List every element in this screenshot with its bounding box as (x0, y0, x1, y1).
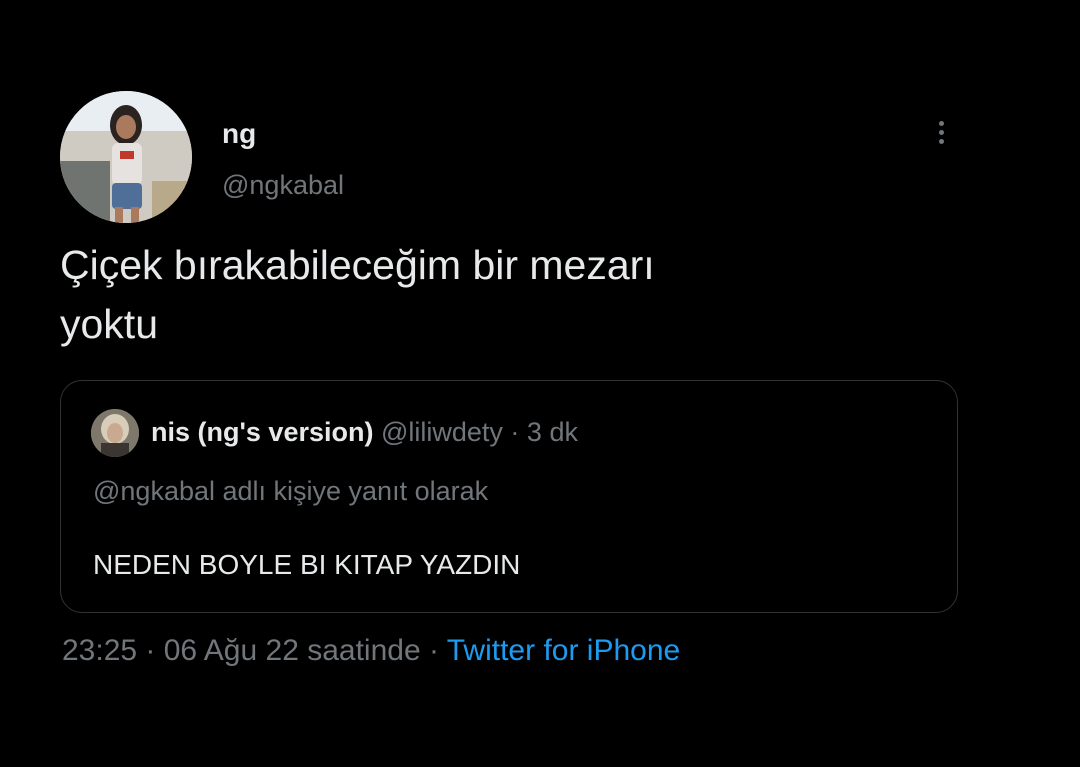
quoted-handle[interactable]: @liliwdety (381, 417, 503, 447)
tweet-text-line: yoktu (60, 301, 158, 347)
tweet-detail: ng @ngkabal Çiçek bırakabileceğim bir me… (0, 0, 1080, 767)
author-display-name[interactable]: ng (222, 118, 256, 150)
quoted-display-name[interactable]: nis (ng's version) (151, 417, 373, 447)
tweet-date[interactable]: 06 Ağu 22 saatinde (164, 634, 421, 667)
meta-separator: · (137, 634, 164, 667)
more-dot (938, 138, 944, 144)
quoted-tweet-text: NEDEN BOYLE BI KITAP YAZDIN (93, 549, 521, 580)
user-photo-avatar-icon (91, 409, 139, 457)
quoted-header: nis (ng's version) @liliwdety · 3 dk (151, 417, 578, 448)
meta-separator: · (502, 417, 527, 447)
more-vertical-icon[interactable] (928, 112, 954, 152)
tweet-text-line: Çiçek bırakabileceğim bir mezarı (60, 242, 655, 288)
author-handle[interactable]: @ngkabal (222, 170, 344, 201)
user-photo-avatar-icon (60, 91, 192, 223)
tweet-time[interactable]: 23:25 (62, 634, 137, 667)
meta-separator: · (420, 634, 447, 667)
author-avatar[interactable] (60, 91, 192, 223)
tweet-text: Çiçek bırakabileceğim bir mezarı yoktu (60, 236, 940, 354)
tweet-footer: 23:25 · 06 Ağu 22 saatinde · Twitter for… (62, 634, 680, 668)
more-dot (938, 120, 944, 126)
quoted-tweet-card[interactable]: nis (ng's version) @liliwdety · 3 dk @ng… (60, 380, 958, 613)
reply-context[interactable]: @ngkabal adlı kişiye yanıt olarak (93, 476, 488, 507)
quoted-time-ago: 3 dk (526, 417, 578, 447)
more-dot (938, 129, 944, 135)
quoted-author-avatar[interactable] (91, 409, 139, 457)
source-link[interactable]: Twitter for iPhone (447, 634, 680, 667)
